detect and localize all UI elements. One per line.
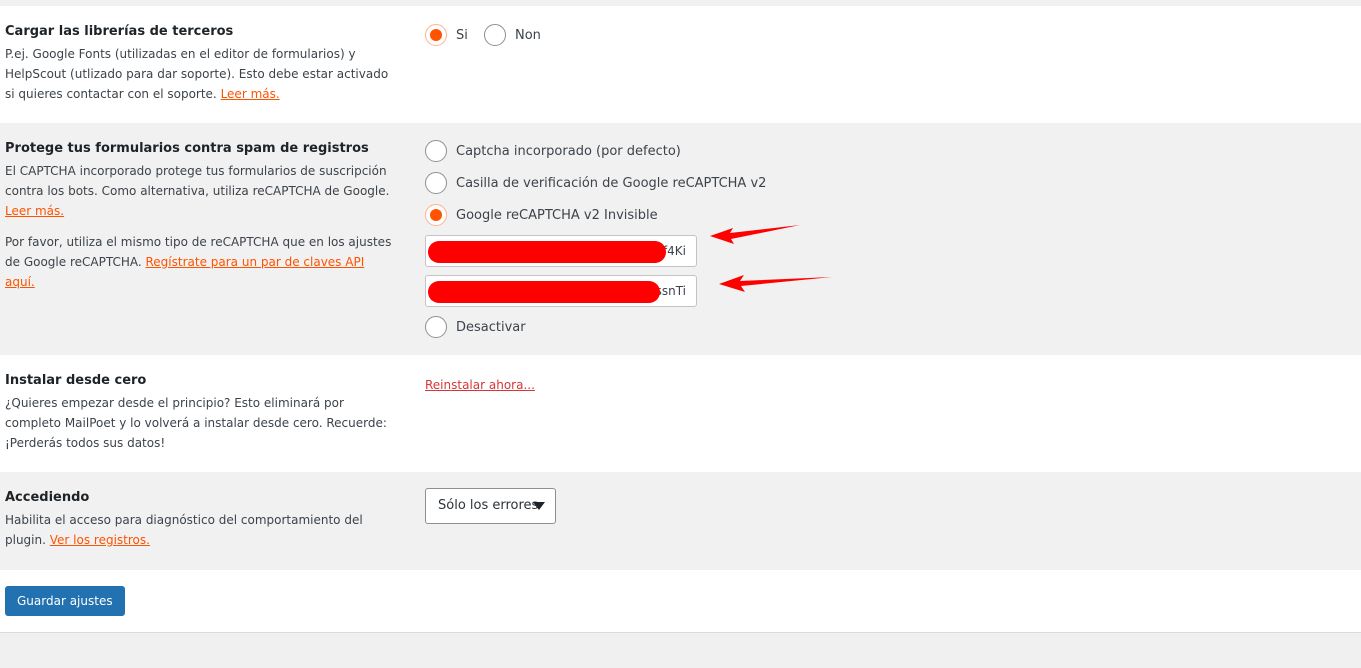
library-title: Cargar las librerías de terceros (5, 24, 234, 39)
captcha-radio-builtin[interactable]: Captcha incorporado (por defecto) (425, 140, 681, 162)
radio-label: Google reCAPTCHA v2 Invisible (456, 207, 658, 223)
radio-unchecked-icon (484, 24, 506, 46)
captcha-title: Protege tus formularios contra spam de r… (5, 141, 369, 156)
secret-key-input[interactable]: ssnTi (425, 275, 697, 307)
reinstall-description: ¿Quieres empezar desde el principio? Est… (5, 396, 387, 450)
radio-unchecked-icon (425, 316, 447, 338)
logging-level-select[interactable]: Sólo los errores (425, 488, 556, 524)
radio-label: Si (456, 27, 468, 43)
reinstall-title: Instalar desde cero (5, 373, 147, 388)
captcha-radio-disable[interactable]: Desactivar (425, 316, 526, 338)
caret-down-icon (533, 502, 545, 510)
captcha-desc-text: El CAPTCHA incorporado protege tus formu… (5, 164, 390, 198)
captcha-radio-recaptcha-checkbox[interactable]: Casilla de verificación de Google reCAPT… (425, 172, 766, 194)
radio-checked-icon (425, 204, 447, 226)
library-radio-si[interactable]: Si (425, 24, 468, 46)
library-learn-more-link[interactable]: Leer más. (221, 87, 280, 101)
save-settings-button[interactable]: Guardar ajustes (5, 586, 125, 616)
site-key-value: f4Ki (662, 244, 686, 258)
captcha-radio-recaptcha-invisible[interactable]: Google reCAPTCHA v2 Invisible (425, 204, 658, 226)
redaction-mark (428, 241, 666, 263)
reinstall-link[interactable]: Reinstalar ahora... (425, 378, 535, 392)
radio-label: Casilla de verificación de Google reCAPT… (456, 175, 767, 191)
page-bottom (0, 633, 1361, 668)
radio-label: Non (515, 27, 541, 43)
select-value: Sólo los errores (438, 498, 539, 513)
redaction-mark (428, 281, 660, 303)
radio-checked-icon (425, 24, 447, 46)
footer-area (0, 570, 1361, 633)
site-key-input[interactable]: f4Ki (425, 235, 697, 267)
view-logs-link[interactable]: Ver los registros. (50, 533, 150, 547)
library-radio-non[interactable]: Non (484, 24, 541, 46)
captcha-note: Por favor, utiliza el mismo tipo de reCA… (5, 232, 395, 292)
logging-description: Habilita el acceso para diagnóstico del … (5, 510, 395, 550)
logging-title: Accediendo (5, 490, 90, 505)
radio-unchecked-icon (425, 172, 447, 194)
library-desc-text: P.ej. Google Fonts (utilizadas en el edi… (5, 47, 389, 101)
captcha-learn-more-link[interactable]: Leer más. (5, 204, 64, 218)
radio-label: Desactivar (456, 319, 526, 335)
library-description: P.ej. Google Fonts (utilizadas en el edi… (5, 44, 395, 104)
secret-key-value: ssnTi (655, 284, 686, 298)
captcha-description: El CAPTCHA incorporado protege tus formu… (5, 161, 395, 221)
radio-label: Captcha incorporado (por defecto) (456, 143, 681, 159)
radio-unchecked-icon (425, 140, 447, 162)
